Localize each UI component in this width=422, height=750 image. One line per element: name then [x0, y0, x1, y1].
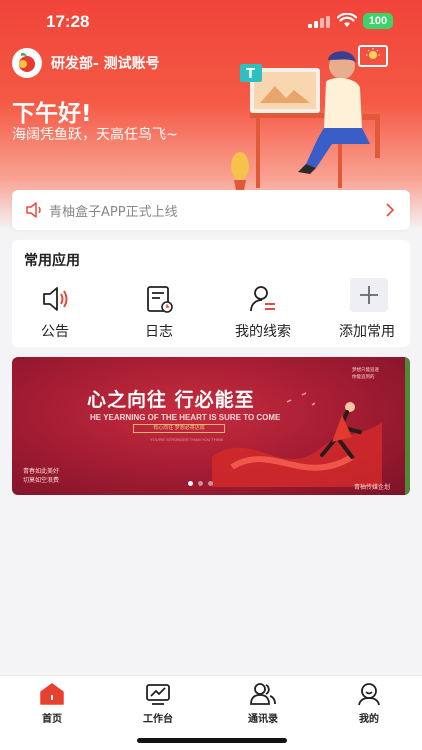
desk-illustration: T: [231, 51, 380, 190]
tab-profile[interactable]: 我的: [339, 682, 399, 725]
notice-text: 青柚盒子APP正式上线: [49, 204, 178, 220]
banner-left-line: 青春如此美好: [23, 468, 60, 475]
svg-text:T: T: [246, 67, 255, 82]
banner-tagline: YOU'RE STRONGER THAN YOU THINK: [150, 437, 224, 442]
banner-left-text: 青春如此美好 切莫如空浪费: [23, 467, 59, 485]
org-logo: [12, 48, 42, 78]
app-my-leads[interactable]: 我的线索: [220, 280, 306, 340]
banner-badge: 有心向往 梦想必将达成: [133, 424, 225, 433]
banner-subheadline: HE YEARNING OF THE HEART IS SURE TO COME: [90, 413, 281, 422]
tab-label: 我的: [359, 714, 379, 725]
banner-headline: 心之向往 行必能至: [87, 389, 255, 411]
common-apps-title: 常用应用: [24, 253, 80, 269]
banner-top-right-line: 你能追到的: [352, 375, 375, 380]
app-announcement[interactable]: 公告: [12, 280, 98, 340]
carousel-dot[interactable]: [198, 481, 203, 486]
contacts-icon: [250, 683, 276, 705]
speaker-icon: [26, 202, 41, 218]
home-indicator: [137, 738, 287, 743]
banner-brand-text: 青柚传媒企划: [354, 484, 391, 491]
org-switcher[interactable]: 研发部- 测试账号: [12, 48, 160, 78]
app-label: 添加常用: [339, 324, 395, 340]
carousel-dot[interactable]: [188, 481, 193, 486]
app-label: 日志: [145, 324, 173, 340]
slogan: 海阔凭鱼跃，天高任鸟飞~: [12, 127, 178, 143]
carousel-dots: [188, 481, 213, 486]
banner-top-right-line: 梦想只能追逐: [352, 368, 379, 373]
org-name: 研发部- 测试账号: [51, 56, 160, 72]
speaker-icon: [43, 287, 68, 311]
status-time: 17:28: [46, 12, 90, 31]
plus-icon: [350, 278, 388, 312]
signal-icon: [308, 16, 330, 28]
tab-label: 工作台: [143, 714, 173, 725]
carousel-dot[interactable]: [208, 481, 213, 486]
promo-banner[interactable]: 心之向往 行必能至 HE YEARNING OF THE HEART IS SU…: [12, 357, 410, 495]
home-icon: [40, 683, 64, 705]
banner-left-line: 切莫如空浪费: [23, 477, 60, 484]
tab-label: 通讯录: [248, 714, 278, 725]
tab-contacts[interactable]: 通讯录: [233, 682, 293, 725]
tab-workbench[interactable]: 工作台: [128, 682, 188, 725]
status-bar: 17:28 100: [0, 10, 422, 36]
tab-label: 首页: [42, 714, 62, 725]
battery-indicator: 100: [363, 13, 393, 29]
workbench-icon: [146, 684, 170, 705]
banner-top-right-text: 梦想只能追逐 你能追到的: [352, 367, 379, 381]
notice-bar[interactable]: 青柚盒子APP正式上线: [12, 190, 410, 230]
profile-icon: [358, 683, 380, 706]
greeting: 下午好!: [12, 101, 92, 127]
wifi-icon: [337, 13, 357, 27]
tab-home[interactable]: 首页: [22, 682, 82, 725]
user-lead-icon: [250, 286, 275, 312]
app-label: 我的线索: [235, 324, 291, 340]
common-apps-card: 常用应用 公告 日志 我的线索 添加常用: [12, 240, 410, 347]
app-log[interactable]: 日志: [116, 280, 202, 340]
log-icon: [147, 286, 173, 313]
app-add-common[interactable]: 添加常用: [324, 278, 410, 340]
app-label: 公告: [41, 324, 69, 340]
banner-next-slide-edge: [405, 357, 410, 495]
chevron-right-icon: [386, 203, 394, 217]
